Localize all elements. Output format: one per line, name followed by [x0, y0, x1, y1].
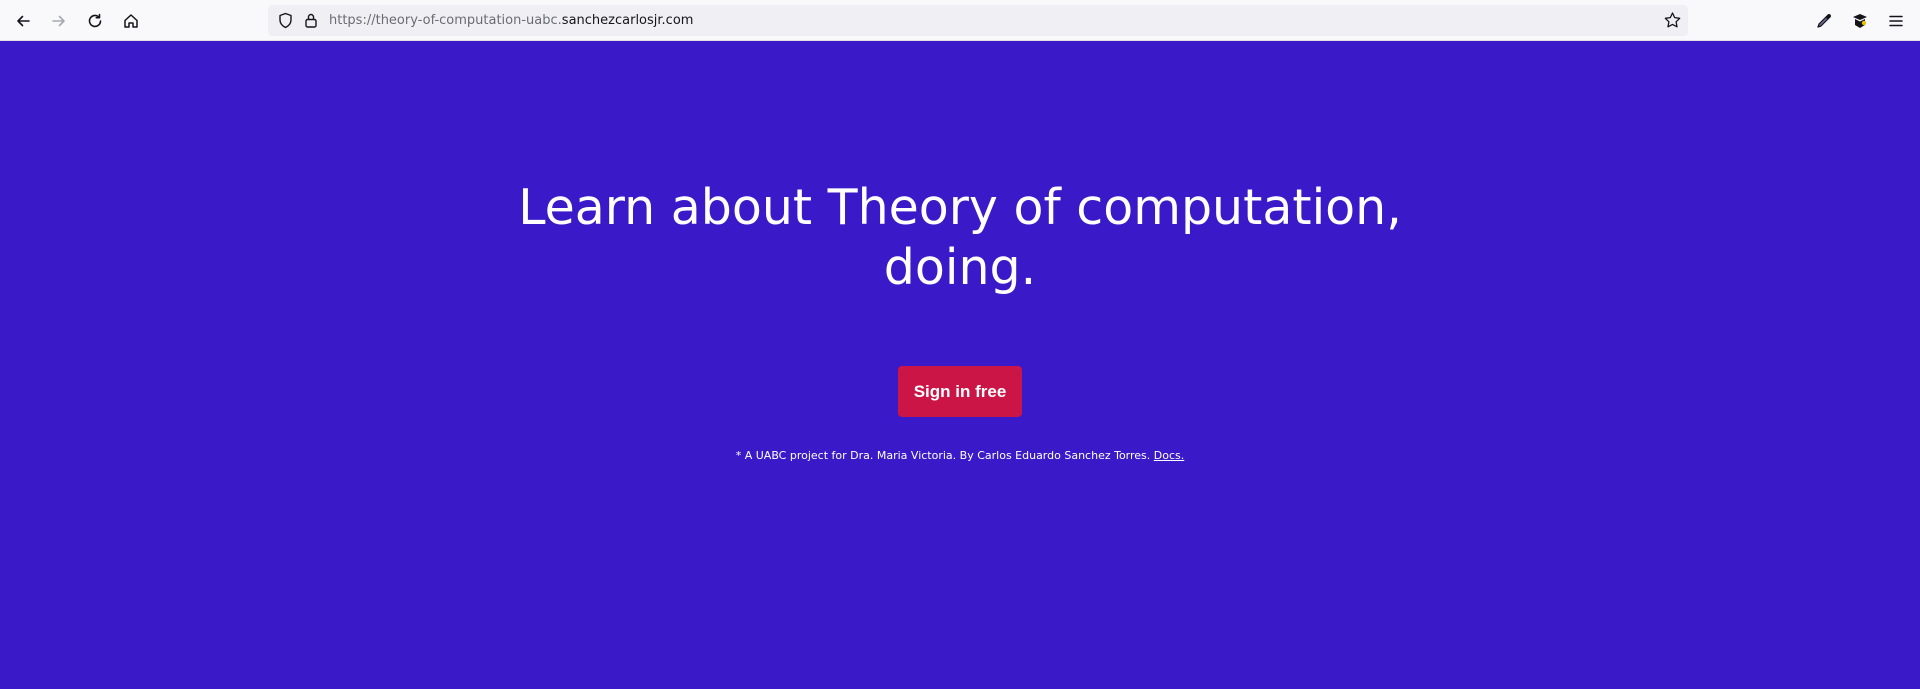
- bookmark-star-icon[interactable]: [1663, 11, 1682, 30]
- reload-button[interactable]: [80, 6, 110, 36]
- headline-line-2: doing.: [883, 239, 1037, 296]
- extension-icon: [1853, 14, 1867, 28]
- shield-icon[interactable]: [277, 12, 294, 29]
- home-button[interactable]: [116, 6, 146, 36]
- footnote-text: * A UABC project for Dra. Maria Victoria…: [735, 449, 1151, 462]
- extension-button[interactable]: [1847, 8, 1873, 34]
- lock-icon[interactable]: [303, 12, 319, 29]
- reload-icon: [88, 13, 102, 28]
- url-text[interactable]: https://theory-of-computation-uabc.sanch…: [329, 12, 693, 29]
- home-icon: [124, 14, 138, 28]
- url-prefix: https://theory-of-computation-uabc.: [329, 13, 562, 28]
- url-domain: sanchezcarlosjr.com: [561, 13, 694, 28]
- headline-line-1: Learn about Theory of computation,: [518, 179, 1402, 236]
- browser-toolbar: https://theory-of-computation-uabc.sanch…: [0, 0, 1920, 41]
- back-button[interactable]: [8, 6, 38, 36]
- forward-icon: [52, 15, 65, 27]
- back-icon: [17, 15, 30, 27]
- sign-in-free-button[interactable]: Sign in free: [898, 366, 1022, 417]
- forward-button[interactable]: [44, 6, 74, 36]
- url-bar[interactable]: https://theory-of-computation-uabc.sanch…: [268, 5, 1688, 36]
- eyedropper-button[interactable]: [1811, 8, 1837, 34]
- hero-headline: Learn about Theory of computation, doing…: [0, 178, 1920, 298]
- landing-page: Learn about Theory of computation, doing…: [0, 41, 1920, 689]
- footnote: * A UABC project for Dra. Maria Victoria…: [0, 449, 1920, 463]
- menu-icon: [1889, 15, 1903, 27]
- menu-button[interactable]: [1883, 8, 1909, 34]
- docs-link[interactable]: Docs.: [1154, 449, 1184, 462]
- eyedropper-icon: [1817, 14, 1831, 28]
